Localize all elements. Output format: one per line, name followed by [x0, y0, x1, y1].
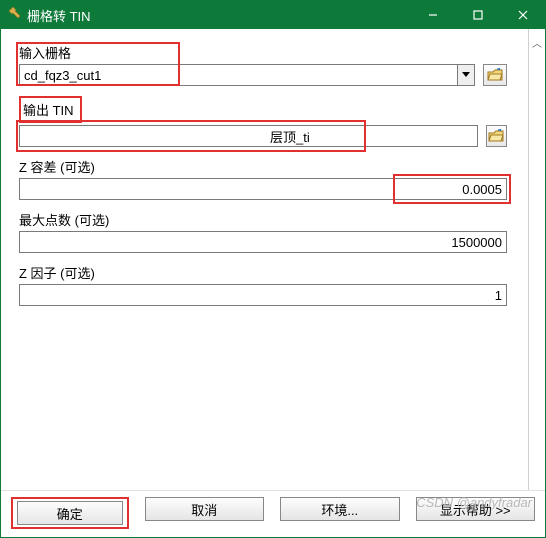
form: 输入栅格 输出 TIN — [19, 43, 533, 482]
scrollbar[interactable]: ︿ — [528, 29, 545, 490]
dialog-body: 输入栅格 输出 TIN — [1, 29, 545, 490]
button-bar: 确定 取消 环境... 显示帮助 >> — [1, 490, 545, 537]
output-tin-label: 输出 TIN — [19, 96, 82, 123]
dialog-window: 栅格转 TIN 输入栅格 输出 TI — [0, 0, 546, 538]
maximize-button[interactable] — [455, 1, 500, 29]
window-title: 栅格转 TIN — [27, 6, 410, 25]
titlebar: 栅格转 TIN — [1, 1, 545, 29]
ok-button[interactable]: 确定 — [17, 501, 123, 525]
dropdown-button[interactable] — [457, 64, 475, 86]
environments-button[interactable]: 环境... — [280, 497, 400, 521]
z-factor-label: Z 因子 (可选) — [19, 263, 507, 282]
show-help-button[interactable]: 显示帮助 >> — [416, 497, 536, 521]
close-button[interactable] — [500, 1, 545, 29]
browse-output-button[interactable] — [486, 125, 507, 147]
highlight-box — [393, 174, 511, 204]
scroll-up-icon: ︿ — [532, 35, 542, 50]
highlight-box: 确定 — [11, 497, 129, 529]
app-icon — [7, 7, 21, 24]
max-points-input[interactable] — [19, 231, 507, 253]
window-controls — [410, 1, 545, 29]
max-points-label: 最大点数 (可选) — [19, 210, 507, 229]
cancel-button[interactable]: 取消 — [145, 497, 265, 521]
minimize-button[interactable] — [410, 1, 455, 29]
z-factor-input[interactable] — [19, 284, 507, 306]
highlight-box — [16, 120, 366, 152]
highlight-box — [16, 42, 180, 86]
browse-input-button[interactable] — [483, 64, 507, 86]
